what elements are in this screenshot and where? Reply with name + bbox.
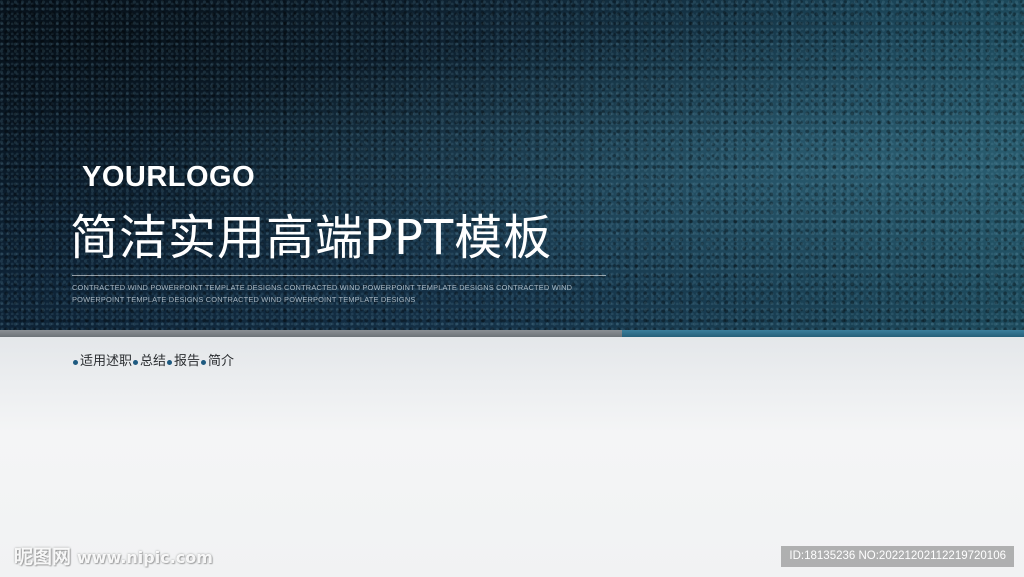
watermark-image-id: ID:18135236 NO:20221202112219720106 (781, 546, 1014, 567)
tag-item: 简介 (200, 353, 234, 371)
tag-item: 总结 (132, 353, 166, 371)
slide: YOURLOGO 简洁实用高端PPT模板 CONTRACTED WIND POW… (0, 0, 1024, 577)
tag-label: 报告 (174, 354, 201, 369)
watermark-site-url: www.nipic.com (77, 548, 213, 567)
slide-title: 简洁实用高端PPT模板 (70, 210, 553, 266)
title-underline (72, 275, 606, 276)
bullet-icon (73, 359, 78, 365)
tag-item: 报告 (166, 353, 200, 371)
slide-subtitle: CONTRACTED WIND POWERPOINT TEMPLATE DESI… (72, 283, 573, 304)
tag-item: 适用述职 (72, 353, 132, 371)
divider-blue-segment (622, 330, 1024, 337)
logo-text: YOURLOGO (82, 161, 256, 193)
bullet-icon (133, 359, 139, 365)
divider-bar (0, 330, 1024, 337)
lower-panel (0, 337, 1024, 577)
bullet-icon (201, 359, 207, 365)
tag-label: 简介 (208, 354, 235, 369)
bullet-icon (167, 359, 173, 365)
watermark-site-name: 昵图网 (14, 546, 72, 568)
tag-list: 适用述职 总结 报告 简介 (72, 353, 234, 371)
tag-label: 适用述职 (80, 354, 133, 369)
divider-gray-segment (0, 330, 622, 337)
watermark-site: 昵图网 www.nipic.com (14, 544, 213, 571)
tag-label: 总结 (140, 354, 167, 369)
